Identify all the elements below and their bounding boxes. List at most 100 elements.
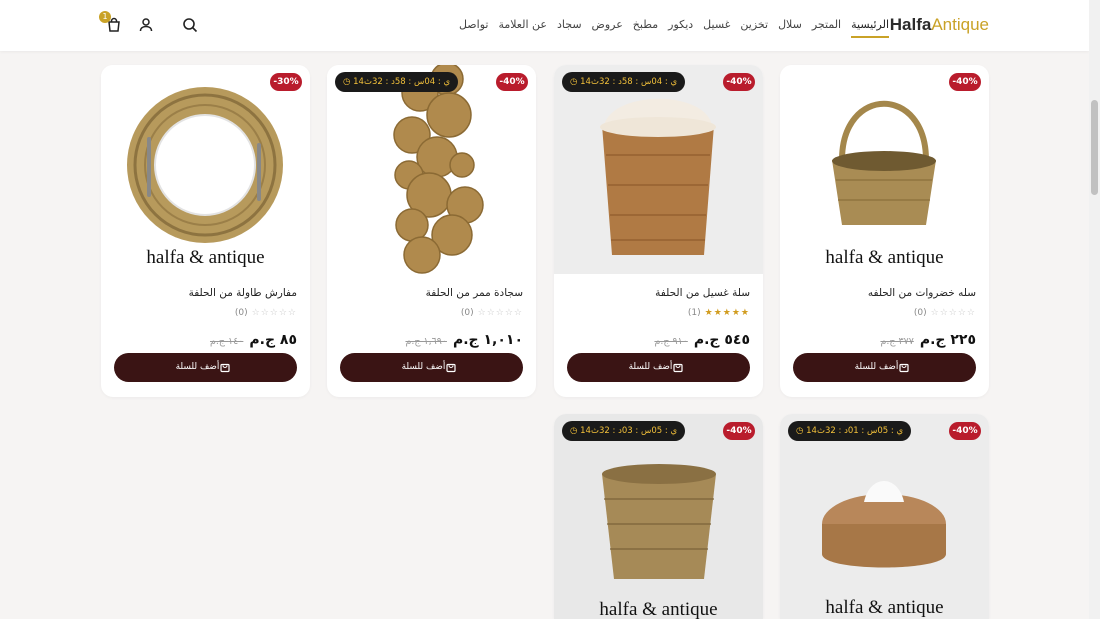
countdown-text: 14ي : 04س : 58د : 32ث xyxy=(353,77,451,87)
rating: ☆☆☆☆☆(0) xyxy=(461,308,523,318)
product-card[interactable]: -40% ◷ 14ي : 04س : 58د : 32ث سلة غسيل من… xyxy=(554,65,763,397)
countdown-text: 14ي : 05س : 03د : 32ث xyxy=(580,426,678,436)
review-count: (0) xyxy=(460,308,474,318)
clock-icon: ◷ xyxy=(796,426,807,436)
price: ٢٢٥ ج.م ٣٧٧ ج.م xyxy=(880,329,976,348)
nav-item-rugs[interactable]: سجاد xyxy=(557,18,582,38)
nav-item-about[interactable]: عن العلامة xyxy=(498,18,547,38)
old-price: ٩١٠ ج.م xyxy=(654,336,688,347)
current-price: ٢٢٥ ج.م xyxy=(919,332,976,348)
product-card[interactable]: -40% ◷ 14ي : 05س : 01د : 32ث halfa & ant… xyxy=(780,414,989,619)
brand-watermark: halfa & antique xyxy=(825,247,944,268)
tissue-box-image xyxy=(822,481,946,568)
price: ٨٥ ج.م ١٤٠ ج.م xyxy=(210,329,297,348)
add-to-cart-button[interactable]: أضف للسلة xyxy=(114,353,297,382)
header-icons: 1 xyxy=(99,11,199,34)
rating: ☆☆☆☆☆(0) xyxy=(914,308,976,318)
old-price: ١,٦٩٠ ج.م xyxy=(405,336,447,347)
product-card[interactable]: -30% halfa & antique مفارش طاولة من الحل… xyxy=(101,65,310,397)
current-price: ٥٤٥ ج.م xyxy=(693,332,750,348)
review-count: (1) xyxy=(687,308,701,318)
discount-badge: -40% xyxy=(496,73,528,91)
page-scrollbar[interactable] xyxy=(1089,0,1100,619)
discount-badge: -40% xyxy=(723,73,755,91)
add-to-cart-label: أضف للسلة xyxy=(854,362,899,372)
bag-icon xyxy=(673,363,684,372)
old-price: ١٤٠ ج.م xyxy=(209,336,244,347)
user-icon[interactable] xyxy=(137,16,155,34)
clock-icon: ◷ xyxy=(570,77,581,87)
cart-count-badge: 1 xyxy=(99,11,111,23)
nav-item-kitchen[interactable]: مطبخ xyxy=(633,18,658,38)
add-to-cart-label: أضف للسلة xyxy=(628,362,673,372)
site-header: HalfaAntique الرئيسية المتجر سلال تخزين … xyxy=(0,0,1089,51)
rating: ★★★★★(1) xyxy=(688,308,750,318)
nav-item-laundry[interactable]: غسيل xyxy=(703,18,730,38)
product-title[interactable]: سله خضروات من الحلفه xyxy=(868,287,976,299)
star-icon: ☆☆☆☆☆ xyxy=(251,308,297,318)
logo-part-1: Halfa xyxy=(889,15,932,34)
countdown-text: 14ي : 04س : 58د : 32ث xyxy=(580,77,678,87)
product-image[interactable]: -40% halfa & antique xyxy=(780,65,989,274)
product-card[interactable]: -40% ◷ 14ي : 04س : 58د : 32ث سجادة ممر م… xyxy=(327,65,536,397)
current-price: ١,٠١٠ ج.م xyxy=(452,332,523,348)
product-card[interactable]: -40% ◷ 14ي : 05س : 03د : 32ث halfa & ant… xyxy=(554,414,763,619)
discount-badge: -30% xyxy=(270,73,302,91)
nav-item-contact[interactable]: تواصل xyxy=(459,18,488,38)
discount-badge: -40% xyxy=(949,422,981,440)
price: ٥٤٥ ج.م ٩١٠ ج.م xyxy=(654,329,750,348)
nav-item-store[interactable]: المتجر xyxy=(812,18,841,38)
star-icon: ★★★★★ xyxy=(704,308,750,318)
nav-item-storage[interactable]: تخزين xyxy=(740,18,768,38)
product-card[interactable]: -40% halfa & antique سله خضروات من الحلف… xyxy=(780,65,989,397)
price: ١,٠١٠ ج.م ١,٦٩٠ ج.م xyxy=(405,329,523,348)
clock-icon: ◷ xyxy=(570,426,581,436)
add-to-cart-button[interactable]: أضف للسلة xyxy=(793,353,976,382)
product-image[interactable]: -40% ◷ 14ي : 04س : 58د : 32ث xyxy=(554,65,763,274)
product-title[interactable]: مفارش طاولة من الحلفة xyxy=(189,287,297,299)
discount-badge: -40% xyxy=(949,73,981,91)
nav-item-decor[interactable]: ديكور xyxy=(668,18,693,38)
product-image[interactable]: -40% ◷ 14ي : 04س : 58د : 32ث xyxy=(327,65,536,274)
add-to-cart-button[interactable]: أضف للسلة xyxy=(567,353,750,382)
star-icon: ☆☆☆☆☆ xyxy=(477,308,523,318)
cart-icon[interactable]: 1 xyxy=(99,11,123,34)
product-image[interactable]: -40% ◷ 14ي : 05س : 03د : 32ث halfa & ant… xyxy=(554,414,763,619)
search-icon[interactable] xyxy=(181,16,199,34)
countdown-timer: ◷ 14ي : 04س : 58د : 32ث xyxy=(335,72,459,92)
review-count: (0) xyxy=(234,308,248,318)
nav-item-home[interactable]: الرئيسية xyxy=(851,18,889,38)
add-to-cart-button[interactable]: أضف للسلة xyxy=(340,353,523,382)
bag-icon xyxy=(446,363,457,372)
vegetable-basket-image xyxy=(832,100,936,225)
scrollbar-thumb[interactable] xyxy=(1091,100,1098,195)
logo[interactable]: HalfaAntique xyxy=(890,15,989,35)
placemat-image xyxy=(127,87,283,243)
brand-watermark: halfa & antique xyxy=(825,597,944,618)
countdown-text: 14ي : 05س : 01د : 32ث xyxy=(806,426,904,436)
bag-icon xyxy=(220,363,231,372)
add-to-cart-label: أضف للسلة xyxy=(401,362,446,372)
product-title[interactable]: سلة غسيل من الحلفة xyxy=(655,287,750,299)
countdown-timer: ◷ 14ي : 05س : 01د : 32ث xyxy=(788,421,912,441)
nav-item-offers[interactable]: عروض xyxy=(592,18,623,38)
countdown-timer: ◷ 14ي : 05س : 03د : 32ث xyxy=(562,421,686,441)
main-nav: الرئيسية المتجر سلال تخزين غسيل ديكور مط… xyxy=(459,18,889,38)
product-image[interactable]: -30% halfa & antique xyxy=(101,65,310,274)
bag-icon xyxy=(899,363,910,372)
product-title[interactable]: سجادة ممر من الحلفة xyxy=(426,287,523,299)
current-price: ٨٥ ج.م xyxy=(249,332,297,348)
storage-basket-image xyxy=(602,464,716,579)
rug-image xyxy=(393,65,484,274)
product-image[interactable]: -40% ◷ 14ي : 05س : 01د : 32ث halfa & ant… xyxy=(780,414,989,619)
add-to-cart-label: أضف للسلة xyxy=(175,362,220,372)
star-icon: ☆☆☆☆☆ xyxy=(930,308,976,318)
nav-item-baskets[interactable]: سلال xyxy=(778,18,802,38)
rating: ☆☆☆☆☆(0) xyxy=(235,308,297,318)
clock-icon: ◷ xyxy=(343,77,354,87)
brand-watermark: halfa & antique xyxy=(146,247,265,268)
logo-part-2: Antique xyxy=(931,15,989,34)
countdown-timer: ◷ 14ي : 04س : 58د : 32ث xyxy=(562,72,686,92)
old-price: ٣٧٧ ج.م xyxy=(880,336,914,347)
brand-watermark: halfa & antique xyxy=(599,599,718,619)
